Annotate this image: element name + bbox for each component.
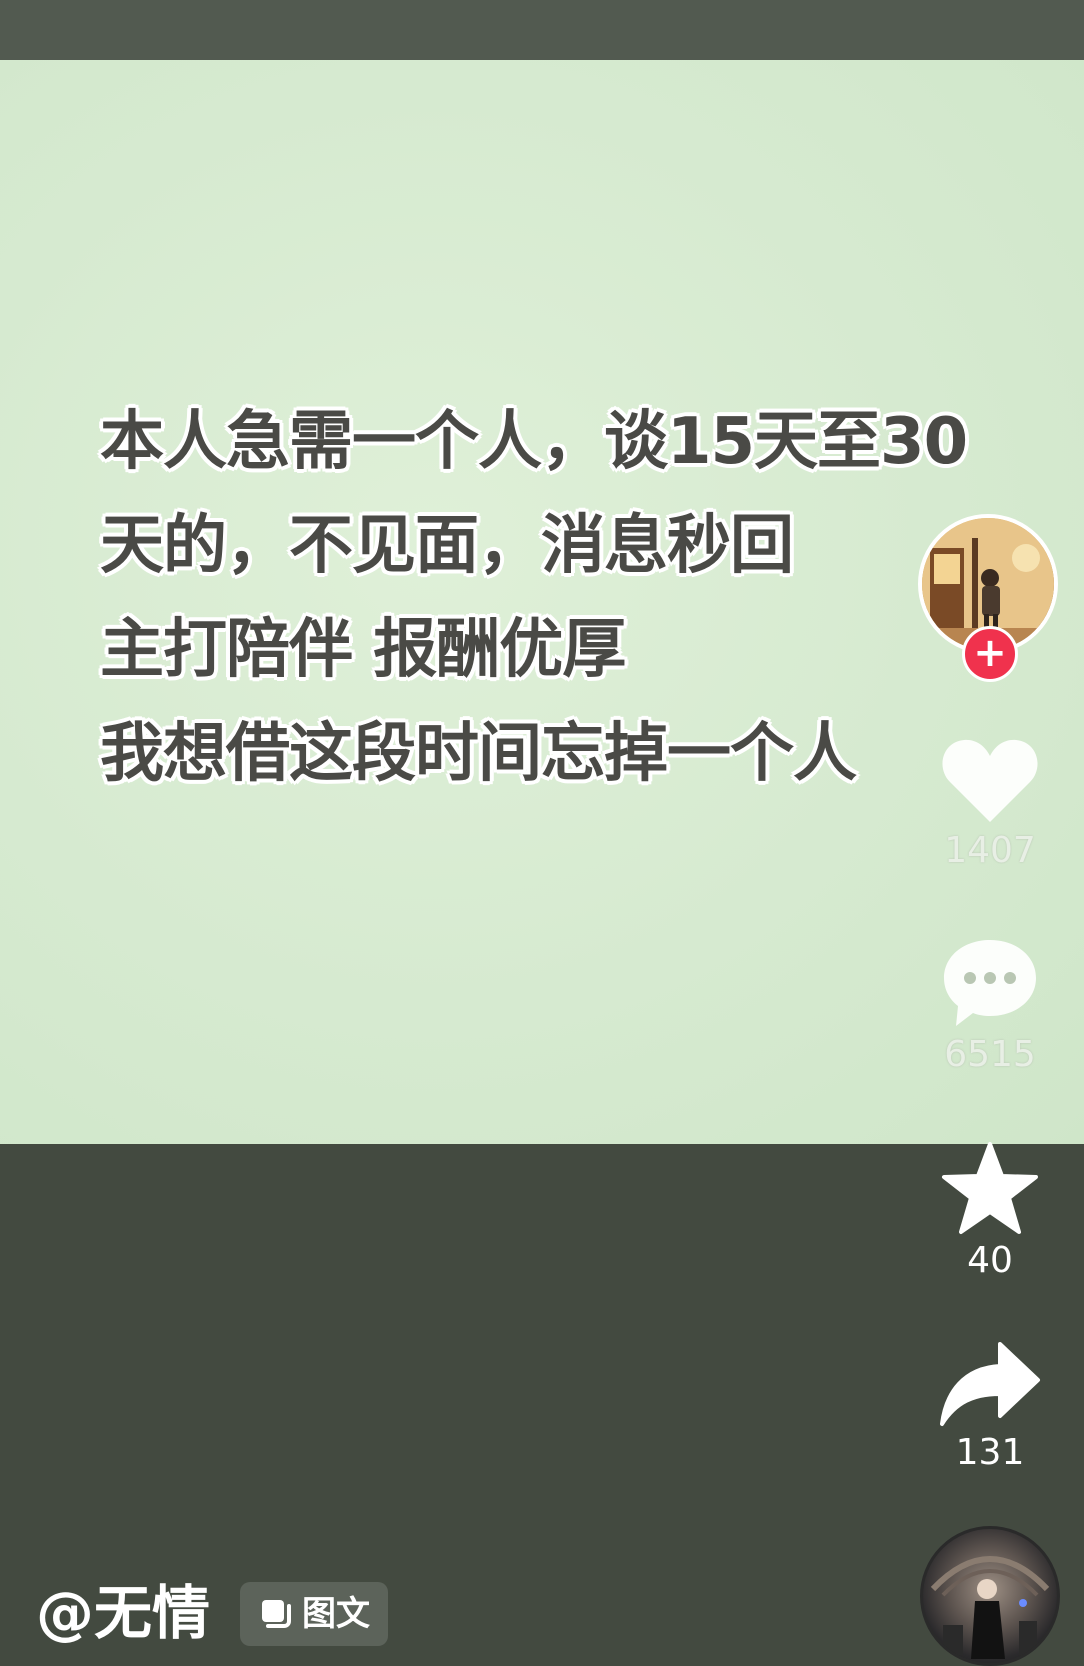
- heart-icon: [942, 739, 1038, 822]
- post-text-line: 主打陪伴 报酬优厚: [100, 613, 626, 687]
- star-icon: [942, 1142, 1038, 1234]
- music-disc[interactable]: [920, 1526, 1060, 1666]
- post-text-line: 我想借这段时间忘掉一个人: [100, 717, 857, 791]
- like-count: 1407: [944, 830, 1036, 871]
- like-button[interactable]: 1407: [930, 734, 1050, 871]
- post-type-badge: 图文: [240, 1582, 388, 1646]
- favorite-count: 40: [967, 1240, 1013, 1281]
- music-cover-icon: [930, 1556, 1050, 1659]
- comment-icon: [944, 940, 1036, 1026]
- video-feed-screen: 本人急需一个人，谈15天至30 天的，不见面，消息秒回 主打陪伴 报酬优厚 我想…: [0, 0, 1084, 1666]
- post-type-label: 图文: [302, 1594, 370, 1634]
- share-count: 131: [955, 1432, 1025, 1473]
- post-text: 本人急需一个人，谈15天至30 天的，不见面，消息秒回 主打陪伴 报酬优厚 我想…: [100, 390, 1060, 806]
- comment-button[interactable]: 6515: [930, 934, 1050, 1075]
- favorite-button[interactable]: 40: [930, 1140, 1050, 1281]
- share-button[interactable]: 131: [930, 1338, 1050, 1473]
- gallery-icon: [262, 1600, 291, 1628]
- comment-count: 6515: [944, 1034, 1036, 1075]
- share-icon: [940, 1342, 1040, 1426]
- author-handle[interactable]: @无情: [36, 1578, 210, 1648]
- follow-button[interactable]: +: [962, 626, 1018, 682]
- post-text-line: 本人急需一个人，谈15天至30: [100, 405, 968, 479]
- top-band: [0, 0, 1084, 60]
- post-text-line: 天的，不见面，消息秒回: [100, 509, 794, 583]
